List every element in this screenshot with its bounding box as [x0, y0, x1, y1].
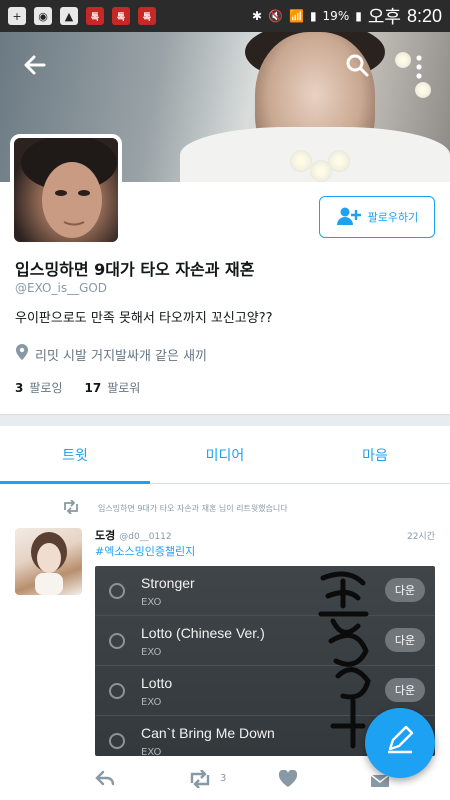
download-button: 다운	[385, 578, 425, 602]
song-artist: EXO	[141, 597, 162, 608]
tweet-header: 도경 @d0__0112 22시간	[95, 527, 435, 543]
tweet-author-handle: @d0__0112	[119, 532, 172, 542]
reply-icon[interactable]	[95, 770, 115, 791]
tab-likes[interactable]: 마음	[300, 426, 450, 483]
gallery-notification-icon: ▲	[60, 7, 78, 25]
mute-icon: 🔇	[268, 9, 283, 23]
download-button: 다운	[385, 678, 425, 702]
camera-notification-icon: ◉	[34, 7, 52, 25]
retweet-button[interactable]	[188, 769, 212, 793]
followers-stat[interactable]: 17 팔로워	[84, 379, 140, 396]
song-row: Lotto (Chinese Ver.) EXO 다운	[95, 616, 435, 666]
app-notification-icon: 톡	[86, 7, 104, 25]
music-note-icon	[109, 633, 125, 649]
battery-percent: 19%	[322, 9, 350, 23]
following-label: 팔로잉	[29, 381, 63, 395]
wifi-icon: 📶	[288, 9, 304, 23]
location-text: 리밋 시발 거지발싸개 같은 새끼	[35, 348, 208, 364]
tweet-author-name[interactable]: 도경	[95, 527, 115, 543]
retweet-note: 입스밍하면 9대가 타오 자손과 재혼 님이 리트윗했습니다	[62, 499, 288, 516]
retweet-icon	[62, 499, 80, 516]
banner-flower	[328, 150, 350, 172]
song-title: Lotto (Chinese Ver.)	[141, 625, 265, 641]
song-row: Lotto EXO 다운	[95, 666, 435, 716]
song-title: Can`t Bring Me Down	[141, 725, 275, 741]
more-vertical-icon[interactable]	[414, 54, 424, 85]
music-note-icon	[109, 583, 125, 599]
back-arrow-icon[interactable]	[22, 52, 48, 83]
tweet-time: 22시간	[406, 532, 435, 542]
song-row: Stronger EXO 다운	[95, 566, 435, 616]
music-note-icon	[109, 733, 125, 749]
banner-flower	[290, 150, 312, 172]
follow-button-label: 팔로우하기	[367, 211, 419, 224]
tweet-author-avatar[interactable]	[15, 528, 82, 595]
tab-tweets[interactable]: 트윗	[0, 426, 150, 484]
download-button: 다운	[385, 628, 425, 652]
song-title: Stronger	[141, 575, 195, 591]
section-divider	[0, 414, 450, 426]
add-notification-icon: +	[8, 7, 26, 25]
song-artist: EXO	[141, 647, 162, 658]
clock-ampm: 오후	[367, 7, 401, 27]
retweet-note-text: 입스밍하면 9대가 타오 자손과 재혼 님이 리트윗했습니다	[98, 503, 288, 513]
profile-handle: @EXO_is__GOD	[15, 281, 108, 295]
song-title: Lotto	[141, 675, 173, 691]
tweet-hashtag[interactable]: #엑소스밍인증챌린지	[95, 543, 195, 559]
followers-count: 17	[84, 381, 102, 395]
compose-tweet-button[interactable]	[365, 708, 435, 778]
banner-flower	[395, 52, 411, 68]
battery-icon: ▮	[355, 9, 362, 23]
bluetooth-icon: ✱	[251, 9, 263, 23]
search-icon[interactable]	[344, 52, 370, 83]
song-artist: EXO	[141, 747, 162, 756]
profile-stats: 3 팔로잉 17 팔로워	[15, 379, 140, 396]
profile-bio: 우이판으로도 만족 못해서 타오까지 꼬신고양??	[15, 311, 273, 326]
following-stat[interactable]: 3 팔로잉	[15, 379, 62, 396]
add-person-icon	[336, 206, 362, 229]
profile-location: 리밋 시발 거지발싸개 같은 새끼	[15, 343, 207, 365]
profile-tabs: 트윗 미디어 마음	[0, 426, 450, 484]
music-note-icon	[109, 683, 125, 699]
profile-avatar[interactable]	[10, 134, 122, 246]
song-artist: EXO	[141, 697, 162, 708]
tab-media[interactable]: 미디어	[150, 426, 300, 483]
followers-label: 팔로워	[107, 381, 141, 395]
app-notification-icon: 톡	[112, 7, 130, 25]
clock-time: 8:20	[406, 5, 442, 26]
location-pin-icon	[15, 343, 29, 365]
follow-button[interactable]: 팔로우하기	[319, 196, 435, 238]
compose-icon	[384, 723, 416, 763]
retweet-count: 3	[220, 773, 227, 784]
following-count: 3	[15, 381, 24, 395]
profile-display-name: 입스밍하면 9대가 타오 자손과 재혼	[15, 260, 255, 279]
heart-icon[interactable]	[278, 769, 298, 793]
status-bar: + ◉ ▲ 톡 톡 톡 ✱ 🔇 📶 ▮ 19% ▮ 오후 8:20	[0, 0, 450, 32]
signal-icon: ▮	[309, 9, 317, 23]
app-notification-icon: 톡	[138, 7, 156, 25]
